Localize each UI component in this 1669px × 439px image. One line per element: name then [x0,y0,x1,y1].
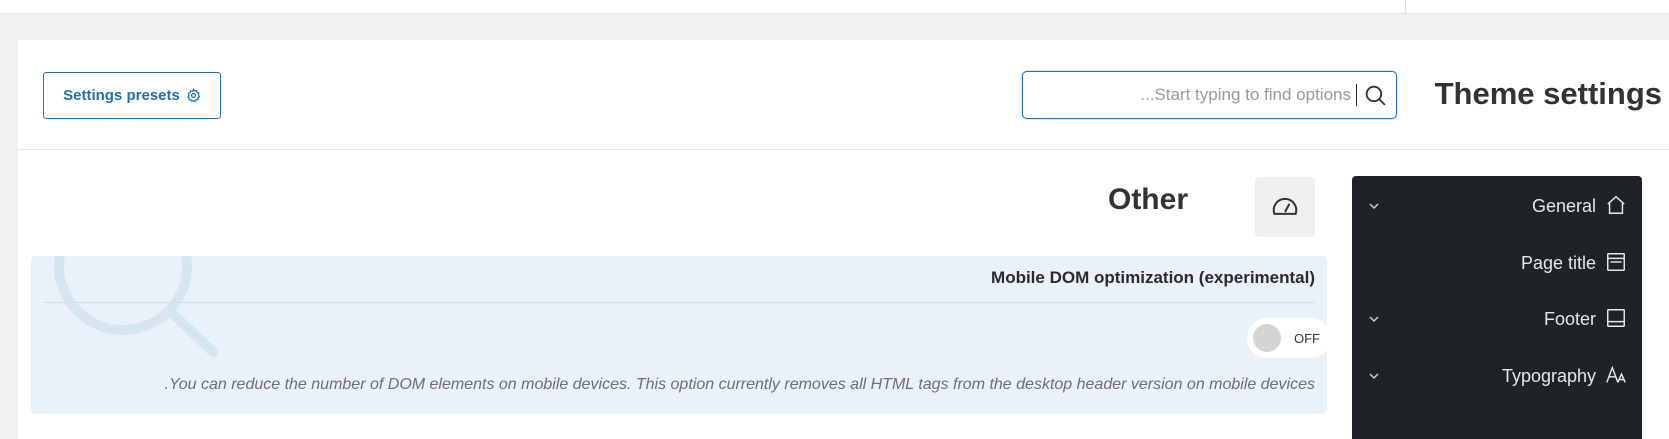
chevron-down-icon[interactable] [1366,198,1382,214]
sidebar-item-typography[interactable]: Typography [1352,356,1642,396]
top-bar [0,0,1669,14]
settings-presets-button[interactable]: Settings presets [43,72,221,119]
gear-icon [186,88,201,103]
settings-header: Settings presets Theme settings [18,40,1669,150]
option-divider [43,302,1315,303]
option-description: .You can reduce the number of DOM elemen… [164,376,1316,393]
option-card: Mobile DOM optimization (experimental) O… [31,256,1327,414]
search-box[interactable] [1022,71,1397,119]
chevron-down-icon[interactable] [1366,368,1382,384]
sidebar-item-footer[interactable]: Footer [1352,299,1642,339]
settings-presets-label: Settings presets [63,87,180,104]
toggle-knob [1253,324,1281,352]
page-title-icon [1607,253,1625,271]
search-input[interactable] [1031,72,1351,118]
page-title: Theme settings [1434,76,1662,111]
option-title: Mobile DOM optimization (experimental) [991,268,1315,287]
background-search-icon [54,256,218,357]
sidebar-item-general[interactable]: General [1352,186,1642,226]
sidebar-item-label: General [1531,196,1596,216]
section-title: Other [1107,183,1188,216]
section-icon-box [1255,177,1315,237]
toggle-state-label: OFF [1294,330,1320,346]
sidebar-item-label: Page title [1520,253,1596,273]
speedometer-icon [1272,197,1298,215]
sidebar-item-label: Footer [1543,309,1596,329]
chevron-down-icon[interactable] [1366,311,1382,327]
home-icon [1607,195,1625,214]
footer-icon [1607,309,1625,327]
settings-sidebar: General Page title Footer Typography [1352,176,1642,439]
sidebar-item-label: Typography [1501,366,1596,386]
sidebar-item-page-title[interactable]: Page title [1352,243,1642,283]
top-bar-divider [1405,0,1406,14]
typography-icon [1606,365,1626,383]
mobile-dom-toggle[interactable]: OFF [1247,318,1327,358]
text-cursor [1356,84,1357,106]
settings-panel: Settings presets Theme settings Other [18,40,1669,439]
search-icon[interactable] [1363,83,1388,108]
